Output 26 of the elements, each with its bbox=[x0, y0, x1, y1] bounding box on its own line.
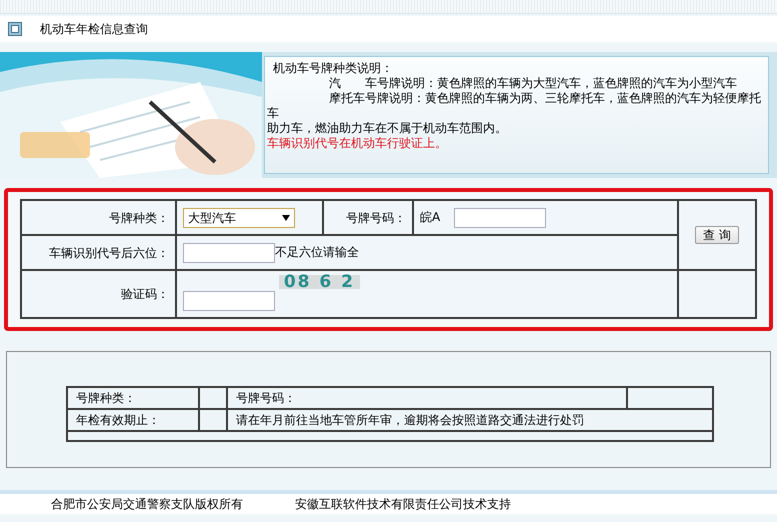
notice-text: 助力车，燃油助力车在不属于机动车范围内。 bbox=[267, 121, 508, 136]
window-icon bbox=[8, 22, 22, 36]
field-label: 验证码： bbox=[21, 270, 176, 318]
warning-text: 车辆识别代号在机动车行驶证上。 bbox=[267, 136, 448, 151]
table-cell: 号牌种类： bbox=[67, 387, 199, 409]
notice-text: 汽 车号牌说明：黄色牌照的车辆为大型汽车，蓝色牌照的汽车为小型汽车 bbox=[328, 76, 738, 91]
plate-prefix: 皖A bbox=[420, 210, 440, 224]
table-cell: 请在年月前往当地车管所年审，逾期将会按照道路交通法进行处罚 bbox=[227, 409, 713, 431]
notice-text: 机动车号牌种类说明： bbox=[272, 61, 394, 76]
footer-text: 安徽互联软件技术有限责任公司技术支持 bbox=[295, 497, 511, 513]
table-cell: 年检有效期止： bbox=[67, 409, 199, 431]
query-button[interactable]: 查 询 bbox=[695, 226, 739, 244]
table-cell: 号牌号码： bbox=[227, 387, 627, 409]
footer-text: 合肥市公安局交通警察支队版权所有 bbox=[51, 497, 243, 513]
page-title: 机动车年检信息查询 bbox=[40, 22, 148, 36]
plate-number-field[interactable] bbox=[454, 208, 546, 228]
notice-text: 车 bbox=[267, 106, 280, 121]
captcha-field[interactable] bbox=[183, 290, 275, 310]
hint-text: 不足六位请输全 bbox=[275, 244, 359, 259]
field-label: 车辆识别代号后六位： bbox=[21, 235, 176, 270]
caret-icon bbox=[282, 214, 290, 220]
notice-text: 摩托车号牌说明：黄色牌照的车辆为两、三轮摩托车，蓝色牌照的汽车为轻便摩托 bbox=[328, 91, 762, 106]
plate-type-select[interactable]: 大型汽车 bbox=[183, 208, 295, 228]
field-label: 号牌号码： bbox=[323, 200, 413, 235]
field-label: 号牌种类： bbox=[21, 200, 176, 235]
vin-field[interactable] bbox=[183, 242, 275, 262]
